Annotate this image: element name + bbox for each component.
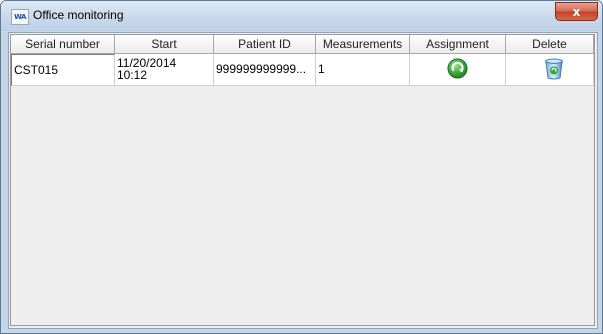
assignment-cell[interactable] <box>410 54 506 86</box>
column-header-start[interactable]: Start <box>115 35 214 54</box>
column-header-patient-id[interactable]: Patient ID <box>214 35 316 54</box>
start-cell[interactable]: 11/20/2014 10:12 <box>115 54 214 86</box>
start-time: 10:12 <box>117 68 148 82</box>
column-header-serial-number[interactable]: Serial number <box>11 35 115 54</box>
devices-table: Serial number Start Patient ID Measureme… <box>10 34 595 326</box>
office-monitoring-window: WA Office monitoring x Serial number Sta… <box>0 0 603 334</box>
app-icon: WA <box>11 9 29 25</box>
title-bar[interactable]: WA Office monitoring x <box>1 1 602 31</box>
serial-number-cell[interactable]: CST015 <box>11 54 115 86</box>
assign-arrow-icon[interactable] <box>447 58 468 79</box>
column-header-measurements[interactable]: Measurements <box>316 35 410 54</box>
recycle-bin-icon[interactable] <box>544 58 564 80</box>
close-button[interactable]: x <box>555 2 598 21</box>
column-header-assignment[interactable]: Assignment <box>410 35 506 54</box>
patient-id-cell[interactable]: 999999999999... <box>214 54 316 86</box>
delete-cell[interactable] <box>506 54 594 86</box>
column-header-delete[interactable]: Delete <box>506 35 594 54</box>
table-row[interactable]: CST015 11/20/2014 10:12 999999999999... … <box>11 54 594 86</box>
client-area: Serial number Start Patient ID Measureme… <box>8 32 598 329</box>
table-header: Serial number Start Patient ID Measureme… <box>11 35 594 54</box>
window-title: Office monitoring <box>33 8 124 22</box>
measurements-cell[interactable]: 1 <box>316 54 410 86</box>
